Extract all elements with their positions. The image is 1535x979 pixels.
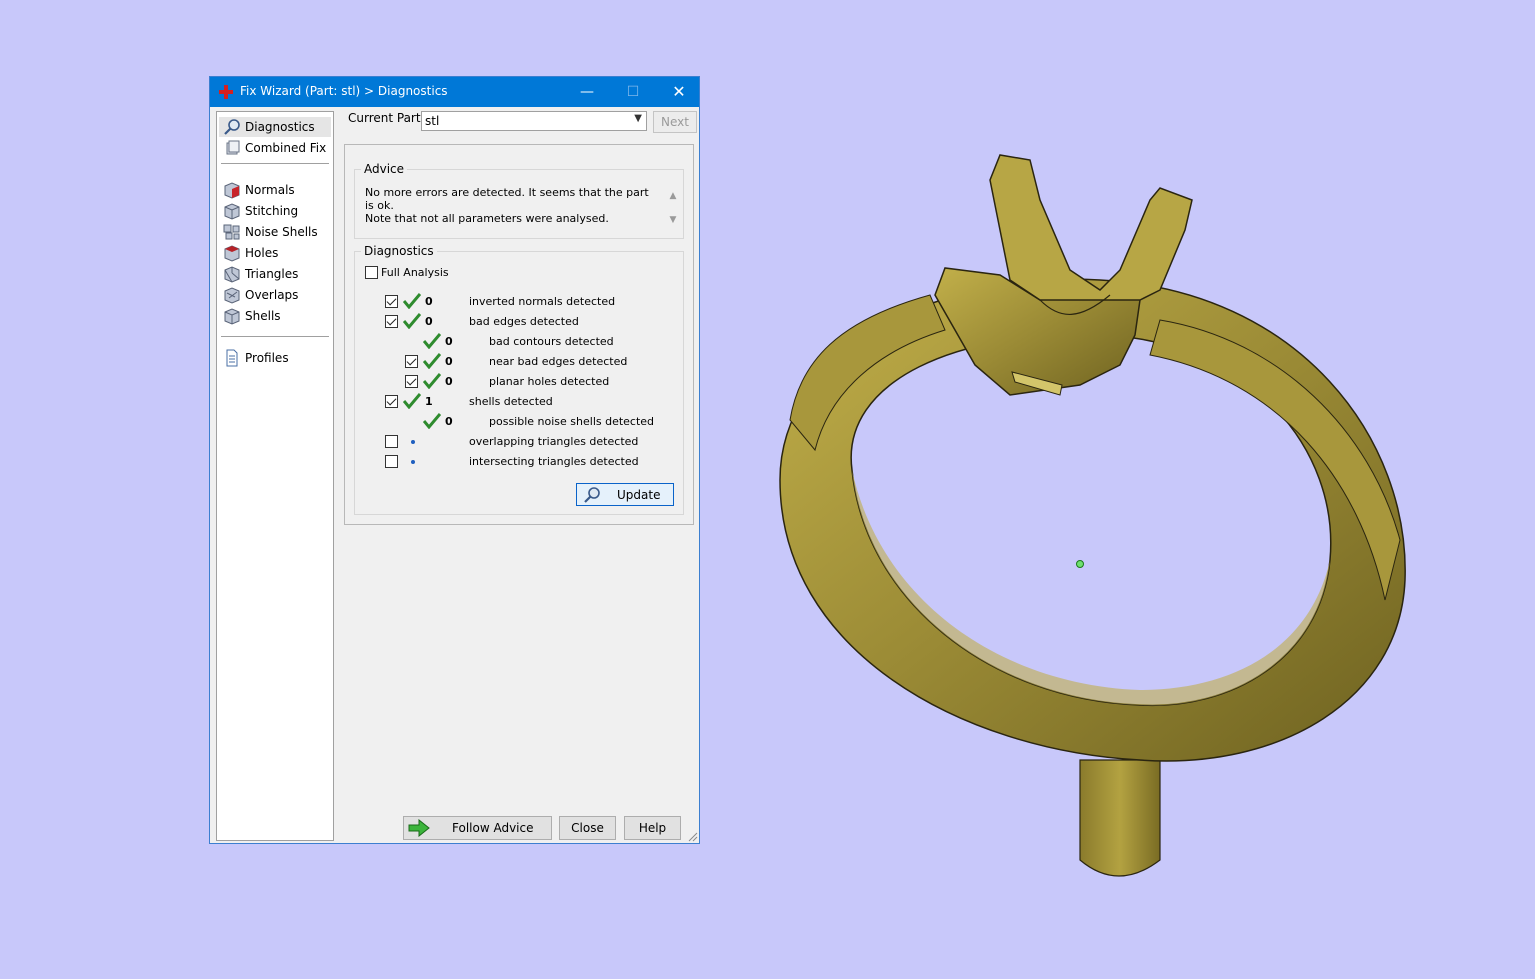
inverted-normals-label: inverted normals detected: [469, 295, 616, 308]
bad-edges-count: 0: [425, 315, 433, 328]
green-arrow-icon: [408, 819, 430, 837]
close-window-button[interactable]: ✕: [656, 77, 702, 107]
planar-holes-checkbox[interactable]: [405, 375, 418, 388]
nav-label: Holes: [245, 246, 279, 260]
full-analysis-label: Full Analysis: [381, 266, 449, 279]
diagnostics-title: Diagnostics: [361, 244, 437, 258]
inverted-normals-count: 0: [425, 295, 433, 308]
noise-shells-label: possible noise shells detected: [489, 415, 655, 428]
shells-checkbox[interactable]: [385, 395, 398, 408]
window-title: Fix Wizard (Part: stl) > Diagnostics: [240, 84, 448, 98]
magnifier-icon: [224, 119, 240, 135]
green-check-icon: [423, 333, 441, 349]
nav-item-normals[interactable]: Normals: [219, 180, 331, 200]
follow-advice-label: Follow Advice: [452, 821, 534, 835]
near-bad-edges-checkbox[interactable]: [405, 355, 418, 368]
help-button[interactable]: Help: [624, 816, 681, 840]
planar-holes-count: 0: [445, 375, 453, 388]
advice-title: Advice: [361, 162, 408, 176]
near-bad-edges-label: near bad edges detected: [489, 355, 628, 368]
nav-label: Diagnostics: [245, 120, 315, 134]
noise-shells-count: 0: [445, 415, 453, 428]
bad-edges-checkbox[interactable]: [385, 315, 398, 328]
bad-contours-label: bad contours detected: [489, 335, 614, 348]
nav-label: Profiles: [245, 351, 289, 365]
advice-scrollbar[interactable]: ▲ ▼: [667, 184, 679, 232]
nav-label: Triangles: [245, 267, 299, 281]
shells-count: 1: [425, 395, 433, 408]
full-analysis-checkbox[interactable]: [365, 266, 378, 279]
chevron-down-icon: ▼: [634, 113, 642, 124]
near-bad-edges-count: 0: [445, 355, 453, 368]
current-part-label: Current Part:: [348, 111, 425, 125]
advice-group: Advice No more errors are detected. It s…: [354, 162, 684, 239]
scroll-down-icon[interactable]: ▼: [667, 208, 679, 232]
cube-normals-icon: [224, 182, 240, 199]
follow-advice-button[interactable]: Follow Advice: [403, 816, 552, 840]
update-button[interactable]: Update: [576, 483, 674, 506]
document-icon: [226, 349, 238, 367]
nav-label: Overlaps: [245, 288, 299, 302]
scroll-up-icon[interactable]: ▲: [667, 184, 679, 208]
green-check-icon: [423, 353, 441, 369]
current-part-select[interactable]: stl ▼: [421, 111, 647, 131]
cubes-icon: [226, 140, 240, 155]
maximize-button[interactable]: ☐: [610, 77, 656, 107]
magnifier-icon: [584, 487, 600, 503]
close-button[interactable]: Close: [559, 816, 616, 840]
planar-holes-label: planar holes detected: [489, 375, 610, 388]
nav-label: Normals: [245, 183, 295, 197]
nav-item-combined-fix[interactable]: Combined Fix: [219, 138, 331, 158]
bad-edges-label: bad edges detected: [469, 315, 579, 328]
nav-item-triangles[interactable]: Triangles: [219, 264, 331, 284]
wizard-nav: Diagnostics Combined Fix Normals Stitchi…: [216, 111, 334, 841]
advice-text: No more errors are detected. It seems th…: [365, 186, 655, 225]
advice-line-1: No more errors are detected. It seems th…: [365, 186, 649, 212]
minimize-button[interactable]: —: [564, 77, 610, 107]
inverted-normals-checkbox[interactable]: [385, 295, 398, 308]
nav-item-shells[interactable]: Shells: [219, 306, 331, 326]
nav-label: Noise Shells: [245, 225, 318, 239]
title-bar[interactable]: Fix Wizard (Part: stl) > Diagnostics — ☐…: [210, 77, 699, 107]
nav-divider: [221, 163, 329, 164]
resize-grip-icon[interactable]: [688, 832, 698, 842]
advice-line-2: Note that not all parameters were analys…: [365, 212, 609, 225]
fix-wizard-window[interactable]: Fix Wizard (Part: stl) > Diagnostics — ☐…: [209, 76, 700, 844]
nav-label: Combined Fix: [245, 141, 327, 155]
update-label: Update: [617, 488, 661, 502]
current-part-value: stl: [425, 114, 440, 128]
cube-holes-icon: [224, 245, 240, 262]
diagnostics-panel: Advice No more errors are detected. It s…: [344, 144, 694, 525]
cube-overlaps-icon: [224, 287, 240, 304]
shells-label: shells detected: [469, 395, 553, 408]
green-check-icon: [403, 293, 421, 309]
overlapping-triangles-checkbox[interactable]: [385, 435, 398, 448]
diagnostics-group: Diagnostics Full Analysis 0 inverted nor…: [354, 244, 684, 515]
green-check-icon: [423, 413, 441, 429]
intersecting-triangles-checkbox[interactable]: [385, 455, 398, 468]
bad-contours-count: 0: [445, 335, 453, 348]
green-check-icon: [403, 313, 421, 329]
nav-item-holes[interactable]: Holes: [219, 243, 331, 263]
overlapping-triangles-label: overlapping triangles detected: [469, 435, 639, 448]
nav-item-stitching[interactable]: Stitching: [219, 201, 331, 221]
next-button[interactable]: Next: [653, 111, 697, 133]
cube-shells-icon: [224, 308, 240, 325]
cube-noise-icon: [223, 224, 240, 240]
cube-stitching-icon: [224, 203, 240, 220]
nav-item-noise-shells[interactable]: Noise Shells: [219, 222, 331, 242]
nav-item-profiles[interactable]: Profiles: [219, 348, 331, 368]
green-check-icon: [403, 393, 421, 409]
green-check-icon: [423, 373, 441, 389]
red-cross-icon: [219, 85, 233, 99]
nav-label: Stitching: [245, 204, 299, 218]
cube-triangles-icon: [224, 266, 240, 283]
pending-dot-icon: [411, 440, 415, 444]
intersecting-triangles-label: intersecting triangles detected: [469, 455, 639, 468]
pending-dot-icon: [411, 460, 415, 464]
nav-label: Shells: [245, 309, 281, 323]
nav-item-overlaps[interactable]: Overlaps: [219, 285, 331, 305]
nav-divider: [221, 336, 329, 337]
nav-item-diagnostics[interactable]: Diagnostics: [219, 117, 331, 137]
